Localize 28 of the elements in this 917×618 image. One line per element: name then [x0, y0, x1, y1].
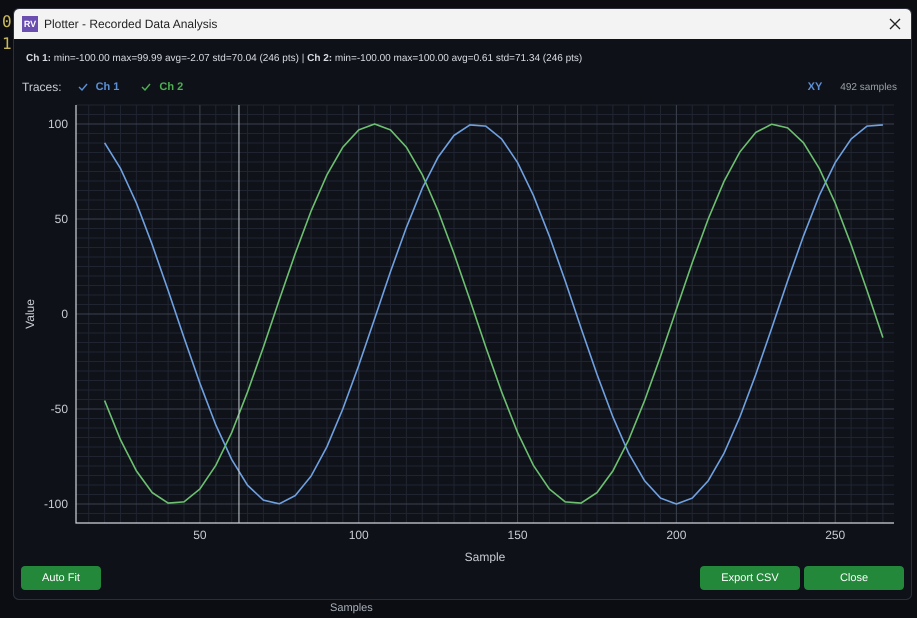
trace-toggle[interactable]: Ch 2 [141, 78, 184, 96]
x-tick-label: 50 [193, 528, 207, 542]
x-tick-label: 200 [666, 528, 686, 542]
trace-toggle[interactable]: Ch 1 [78, 78, 120, 96]
trace-name: Ch 1 [96, 80, 120, 95]
code-text: 1 [2, 33, 12, 55]
close-icon[interactable] [889, 18, 901, 30]
y-tick-label: -50 [50, 402, 68, 416]
y-tick-label: 0 [61, 307, 68, 321]
y-axis-title: Value [23, 299, 37, 329]
mode-label[interactable]: XY [808, 78, 822, 96]
x-tick-label: 150 [508, 528, 528, 542]
action-button[interactable]: Close [804, 566, 904, 590]
window-title: Plotter - Recorded Data Analysis [44, 16, 218, 33]
action-button[interactable]: Export CSV [700, 566, 800, 590]
stats-text: Ch 1: min=-100.00 max=99.99 avg=-2.07 std=70.04 (246 pts) | Ch 2: min=-100.00 max=100.00 avg=0.61 std=71.34 (246 pts) [26, 52, 582, 66]
x-tick-label: 100 [348, 528, 369, 542]
x-tick-label: 250 [825, 528, 846, 542]
y-tick-label: 50 [54, 212, 68, 226]
y-tick-label: -100 [44, 497, 68, 511]
axis-label: Samples [330, 601, 373, 616]
sample-count: 492 samples [840, 80, 897, 94]
app-logo: RV [22, 16, 38, 32]
code-text: 0 [2, 11, 12, 33]
action-button[interactable]: Auto Fit [21, 566, 101, 590]
trace-name: Ch 2 [159, 80, 184, 95]
y-tick-label: 100 [48, 117, 68, 131]
traces-label: Traces: [22, 79, 62, 96]
